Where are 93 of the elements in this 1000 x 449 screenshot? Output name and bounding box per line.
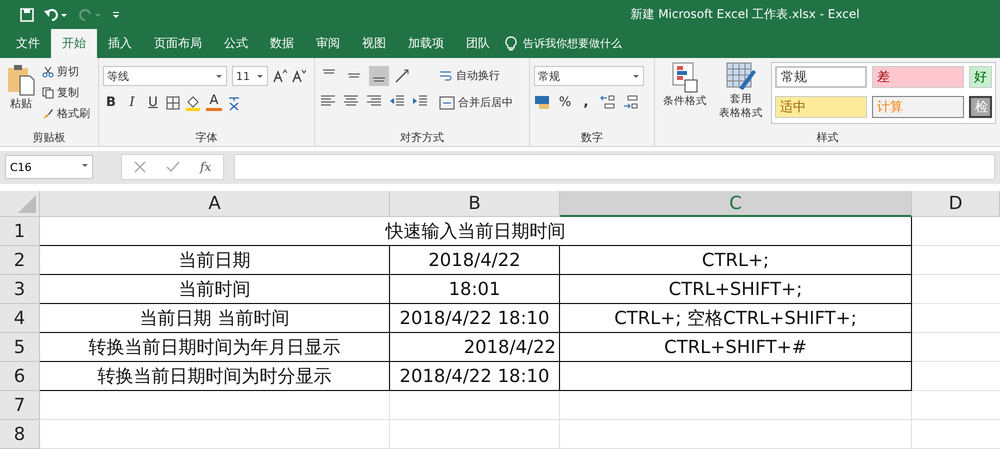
- group-label: 剪贴板: [32, 130, 66, 146]
- wrap-text-button[interactable]: 自动换行: [439, 66, 513, 86]
- cell-style-tile[interactable]: 常规: [775, 66, 867, 88]
- cell-style-tile[interactable]: 好: [969, 66, 992, 88]
- font-color-button[interactable]: A: [206, 94, 222, 112]
- row-header[interactable]: 7: [0, 391, 40, 420]
- scissors-icon: [42, 66, 54, 78]
- clipboard-icon: [6, 64, 36, 96]
- table-cell: 转换当前日期时间为年月日显示: [40, 333, 390, 362]
- menu-tab[interactable]: 页面布局: [143, 29, 213, 58]
- row-header[interactable]: 8: [0, 420, 40, 449]
- copy-button[interactable]: 复制: [42, 83, 90, 102]
- table-cell: CTRL+; 空格CTRL+SHIFT+;: [560, 304, 912, 333]
- table-cell: 2018/4/22: [390, 246, 560, 275]
- tell-me-field[interactable]: 告诉我你想要做什么: [521, 36, 655, 52]
- row-header[interactable]: 3: [0, 275, 40, 304]
- triangle-icon: [18, 195, 36, 213]
- row-header[interactable]: 2: [0, 246, 40, 275]
- conditional-formatting-button[interactable]: 条件格式: [659, 62, 711, 130]
- formula-input-field[interactable]: [234, 154, 995, 180]
- fill-color-icon[interactable]: [185, 94, 201, 111]
- column-header[interactable]: A: [40, 191, 390, 217]
- brush-icon: [42, 108, 54, 120]
- menu-tab[interactable]: 开始: [51, 29, 97, 58]
- font-size-dropdown[interactable]: 11: [232, 66, 268, 86]
- shrink-font-icon[interactable]: [292, 69, 306, 84]
- column-header[interactable]: D: [912, 191, 1000, 217]
- customize-icon[interactable]: [112, 10, 120, 20]
- table-cell: CTRL+;: [560, 246, 912, 275]
- grow-font-icon[interactable]: [273, 69, 287, 84]
- merge-center-button[interactable]: 合并后居中: [439, 93, 513, 112]
- align-center-icon[interactable]: [342, 94, 360, 108]
- vertical-align-icon[interactable]: [369, 66, 389, 86]
- paste-button[interactable]: 粘贴: [4, 62, 38, 130]
- table-cell: 2018/4/22 18:10: [390, 362, 560, 391]
- table-cell: 2018/4/22 18:10: [390, 304, 560, 333]
- insert-function-button[interactable]: fx: [200, 160, 212, 174]
- column-header[interactable]: C: [560, 191, 912, 217]
- merge-icon: [439, 96, 455, 110]
- menu-tab[interactable]: 文件: [5, 29, 51, 58]
- wrap-icon: [439, 68, 453, 83]
- row-header[interactable]: 4: [0, 304, 40, 333]
- table-cell: 当前时间: [40, 275, 390, 304]
- decrease-decimal-icon[interactable]: [622, 94, 640, 110]
- window-title: 新建 Microsoft Excel 工作表.xlsx - Excel: [630, 6, 860, 24]
- table-cell: 2018/4/22: [390, 333, 560, 362]
- italic-button[interactable]: I: [124, 95, 140, 110]
- number-format-dropdown[interactable]: 常规: [534, 66, 644, 86]
- save-icon[interactable]: [20, 8, 34, 22]
- row-header[interactable]: 6: [0, 362, 40, 391]
- table-brush-icon: [725, 62, 757, 92]
- table-cell: 快速输入当前日期时间: [40, 217, 912, 246]
- increase-decimal-icon[interactable]: [599, 94, 617, 110]
- group-label: 数字: [581, 130, 603, 146]
- borders-icon[interactable]: [166, 96, 180, 110]
- table-cell: 当前日期 当前时间: [40, 304, 390, 333]
- group-label: 字体: [196, 130, 218, 146]
- cell-style-tile[interactable]: 适中: [775, 96, 867, 118]
- conditional-format-icon: [671, 62, 699, 94]
- table-cell: CTRL+SHIFT+#: [560, 333, 912, 362]
- font-name-dropdown[interactable]: 等线: [103, 66, 227, 86]
- table-cell: 当前日期: [40, 246, 390, 275]
- cell-style-tile[interactable]: 差: [872, 66, 964, 88]
- menu-tab[interactable]: 加载项: [397, 29, 455, 58]
- table-cell: 18:01: [390, 275, 560, 304]
- column-header[interactable]: B: [390, 191, 560, 217]
- row-header[interactable]: 1: [0, 217, 40, 246]
- comma-button[interactable]: ,: [578, 94, 594, 110]
- menu-tab[interactable]: 数据: [259, 29, 305, 58]
- table-cell: 转换当前日期时间为时分显示: [40, 362, 390, 391]
- table-cell: CTRL+SHIFT+;: [560, 275, 912, 304]
- name-box[interactable]: C16: [5, 155, 93, 180]
- format-as-table-button[interactable]: 套用 表格格式: [715, 62, 767, 130]
- row-header[interactable]: 5: [0, 333, 40, 362]
- menu-tab[interactable]: 团队: [455, 29, 501, 58]
- indent-icon[interactable]: [388, 94, 406, 108]
- underline-button[interactable]: U: [145, 95, 161, 110]
- group-label: 样式: [816, 130, 838, 146]
- menu-tab[interactable]: 视图: [351, 29, 397, 58]
- lightbulb-icon: [505, 36, 517, 52]
- menu-tab[interactable]: 插入: [97, 29, 143, 58]
- menu-tab[interactable]: 审阅: [305, 29, 351, 58]
- undo-icon[interactable]: [44, 8, 68, 22]
- bold-button[interactable]: B: [103, 95, 119, 110]
- indent-icon[interactable]: [411, 94, 429, 108]
- menu-tab[interactable]: 公式: [213, 29, 259, 58]
- group-label: 对齐方式: [400, 130, 444, 146]
- percent-button[interactable]: %: [557, 94, 573, 110]
- format-painter-button[interactable]: 格式刷: [42, 104, 90, 124]
- copy-icon: [42, 86, 54, 99]
- align-left-icon[interactable]: [319, 94, 337, 108]
- align-right-icon[interactable]: [365, 94, 383, 108]
- cut-button[interactable]: 剪切: [42, 62, 90, 82]
